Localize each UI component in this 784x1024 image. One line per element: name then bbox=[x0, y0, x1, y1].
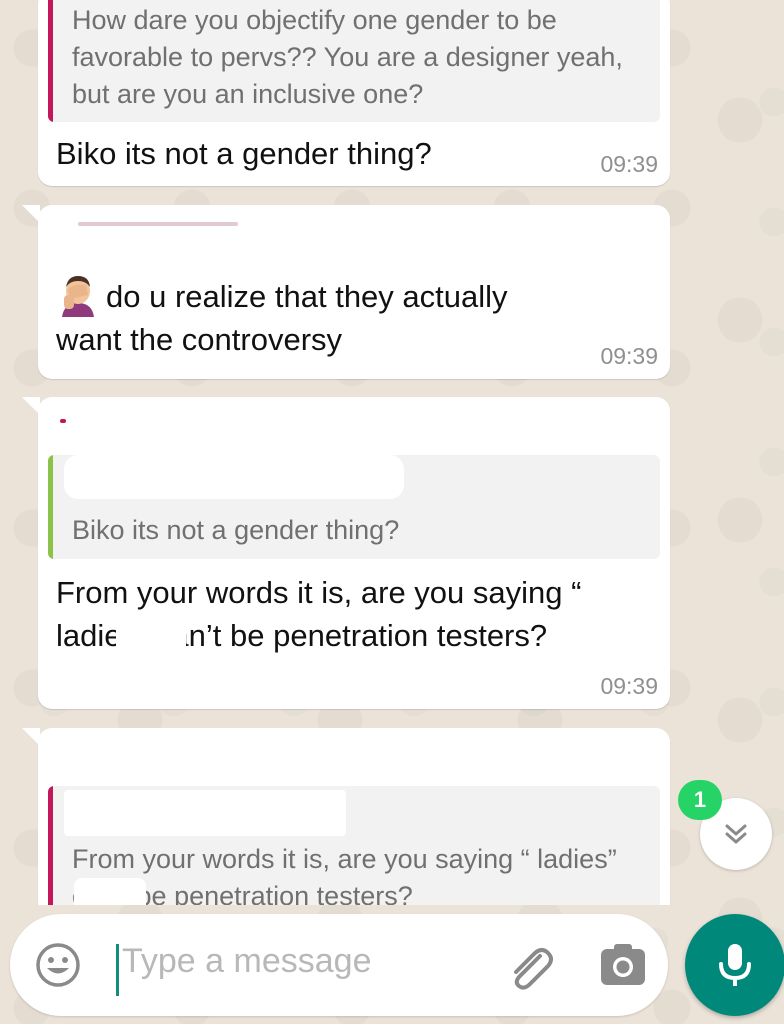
face-palm-emoji-icon bbox=[56, 273, 100, 317]
attach-icon[interactable] bbox=[502, 940, 556, 994]
camera-icon[interactable] bbox=[598, 940, 648, 990]
double-chevron-down-icon bbox=[725, 824, 747, 844]
message-time: 09:39 bbox=[600, 673, 658, 699]
redacted-quote-author bbox=[64, 455, 404, 499]
message-bubble[interactable]: How dare you objectify one gender to be … bbox=[38, 0, 670, 186]
message-time: 09:39 bbox=[600, 151, 658, 177]
unread-count-badge: 1 bbox=[678, 780, 722, 820]
voice-message-button[interactable] bbox=[685, 914, 784, 1016]
message-bubble[interactable]: From your words it is, are you saying “ … bbox=[22, 728, 670, 905]
quote-accent-bar bbox=[48, 786, 53, 905]
message-bubble[interactable]: do u realize that they actually want the… bbox=[22, 205, 670, 379]
message-list[interactable]: How dare you objectify one gender to be … bbox=[0, 0, 784, 905]
quoted-text: From your words it is, are you saying “ … bbox=[72, 844, 617, 905]
redacted-sender-name bbox=[78, 222, 238, 226]
microphone-icon bbox=[719, 944, 751, 986]
message-composer[interactable]: Type a message bbox=[10, 914, 668, 1016]
message-text: Biko its not a gender thing? bbox=[56, 136, 432, 171]
text-cursor bbox=[116, 944, 119, 996]
quoted-message[interactable]: From your words it is, are you saying “ … bbox=[48, 786, 660, 905]
redacted-word bbox=[116, 617, 186, 653]
quoted-text: Biko its not a gender thing? bbox=[72, 515, 400, 545]
quoted-text: How dare you objectify one gender to be … bbox=[72, 5, 623, 109]
quoted-message[interactable]: How dare you objectify one gender to be … bbox=[48, 0, 660, 122]
quote-accent-bar bbox=[48, 455, 53, 559]
redacted-word bbox=[74, 878, 146, 905]
message-text: do u realize that they actually want the… bbox=[56, 273, 550, 361]
redacted-sender-name bbox=[60, 419, 66, 423]
quoted-message[interactable]: Biko its not a gender thing? bbox=[48, 455, 660, 559]
message-bubble[interactable]: Biko its not a gender thing? From your w… bbox=[22, 397, 670, 709]
message-text-content: do u realize that they actually want the… bbox=[56, 279, 508, 357]
redacted-quote-author bbox=[64, 790, 346, 836]
message-time: 09:39 bbox=[600, 343, 658, 369]
quote-accent-bar bbox=[48, 0, 53, 122]
message-input[interactable]: Type a message bbox=[122, 942, 371, 981]
emoji-icon[interactable] bbox=[34, 941, 82, 989]
